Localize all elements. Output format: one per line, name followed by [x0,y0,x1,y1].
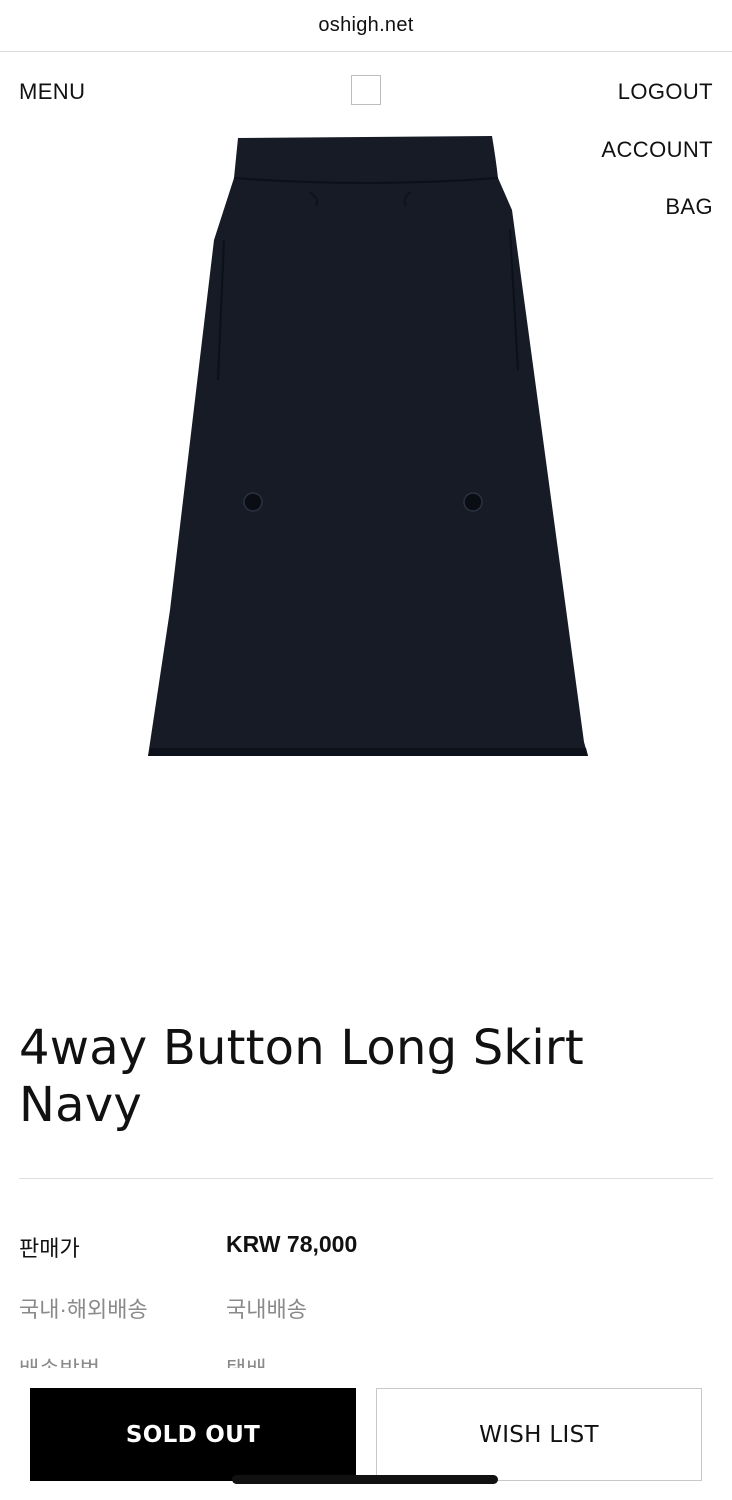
wish-list-button[interactable]: WISH LIST [376,1388,702,1481]
logout-link[interactable]: LOGOUT [618,79,713,105]
button-right [463,492,483,512]
shipping-row: 국내·해외배송 국내배송 [19,1292,713,1322]
sold-out-button[interactable]: SOLD OUT [30,1388,356,1481]
button-left [243,492,263,512]
url-text: oshigh.net [318,14,414,36]
shipping-value: 국내배송 [226,1297,307,1322]
product-title: 4way Button Long Skirt Navy [19,1020,713,1134]
price-value: KRW 78,000 [226,1231,358,1257]
product-title-line1: 4way Button Long Skirt [19,1020,584,1076]
home-indicator[interactable] [232,1475,498,1484]
skirt-body [148,136,588,756]
account-link[interactable]: ACCOUNT [601,137,713,163]
title-divider [19,1178,713,1179]
address-bar[interactable]: oshigh.net [0,0,732,52]
menu-link[interactable]: MENU [19,79,85,105]
logo-placeholder-icon[interactable] [351,75,381,105]
hem-shadow [148,748,588,756]
shipping-label: 국내·해외배송 [19,1297,148,1322]
price-label: 판매가 [19,1236,80,1261]
product-title-line2: Navy [19,1077,142,1133]
price-row: 판매가 KRW 78,000 [19,1231,713,1261]
bag-link[interactable]: BAG [665,194,713,220]
product-image-skirt [148,136,588,756]
